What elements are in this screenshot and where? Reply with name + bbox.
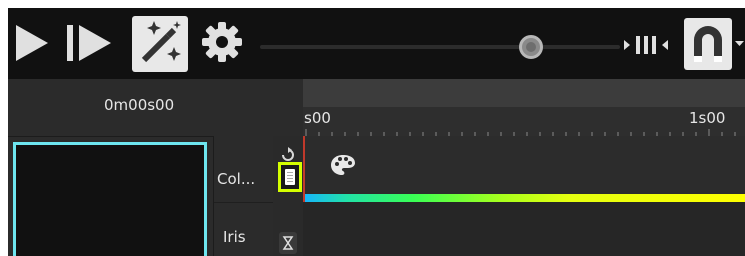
track-labels: Col... Iris — [213, 136, 274, 256]
track-label-iris[interactable]: Iris — [223, 228, 246, 246]
document-button[interactable] — [278, 162, 302, 192]
timecode: 0m00s00 — [104, 96, 175, 114]
play-icon[interactable] — [14, 23, 50, 63]
step-forward-icon[interactable] — [65, 23, 123, 63]
chevron-down-icon[interactable] — [734, 36, 745, 50]
ruler-strip — [303, 79, 745, 107]
thumbnail-panel — [8, 136, 213, 256]
track-row-iris[interactable] — [303, 203, 745, 256]
time-ruler[interactable]: s00 1s00 — [303, 79, 745, 136]
magnet-icon — [694, 26, 722, 62]
playhead[interactable] — [303, 136, 305, 202]
timecode-panel: 0m00s00 — [8, 79, 303, 136]
zoom-slider-track[interactable] — [260, 45, 620, 49]
timeline-app: 0m00s00 s00 1s00 Col... Iris — [8, 8, 745, 256]
timeline-tracks[interactable] — [303, 136, 745, 256]
ruler-ticks — [305, 129, 736, 136]
track-row-color[interactable] — [303, 136, 745, 202]
divider — [214, 202, 274, 203]
clip-thumbnail[interactable] — [13, 142, 207, 256]
track-icons — [273, 136, 303, 256]
iris-icon[interactable] — [279, 232, 297, 254]
palette-icon — [331, 155, 355, 175]
ruler-tick-label: s00 — [304, 109, 331, 127]
document-icon — [285, 169, 295, 185]
toolbar — [8, 8, 745, 79]
zoom-slider-knob[interactable] — [519, 35, 543, 59]
magic-wand-button[interactable] — [132, 16, 188, 72]
color-gradient-bar[interactable] — [303, 194, 745, 202]
track-label-color[interactable]: Col... — [217, 170, 255, 188]
magnet-button[interactable] — [684, 18, 732, 70]
snap-icon[interactable] — [622, 30, 682, 60]
magic-wand-icon — [141, 21, 181, 63]
gear-icon[interactable] — [200, 20, 244, 64]
ruler-tick-label: 1s00 — [689, 109, 726, 127]
